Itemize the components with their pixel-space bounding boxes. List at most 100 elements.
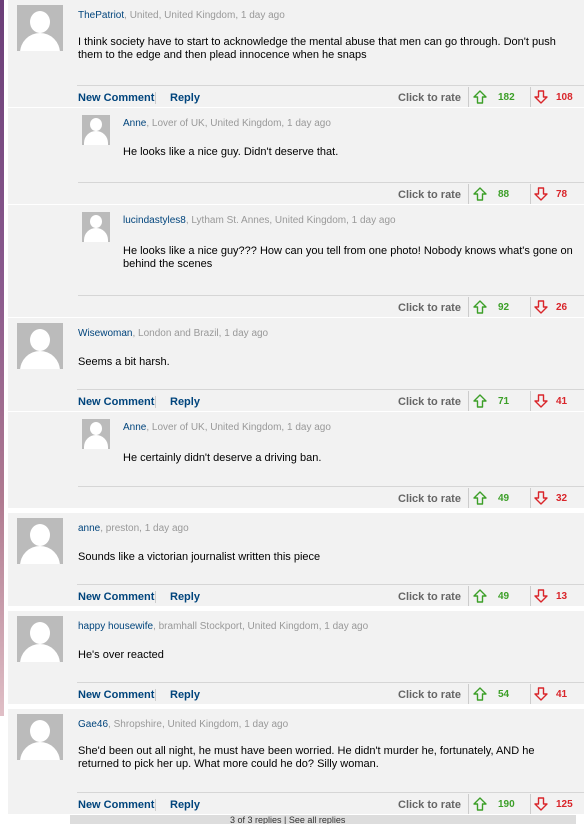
thumbs-up-arrow-icon[interactable]: [473, 491, 487, 505]
comment-text: He looks like a nice guy??? How can you …: [123, 245, 573, 270]
comment-action-bar: New Comment Reply Click to rate 182 108: [77, 85, 584, 107]
comment-meta: Anne, Lover of UK, United Kingdom, 1 day…: [123, 118, 331, 129]
replies-footer[interactable]: 3 of 3 replies | See all replies: [70, 815, 576, 824]
click-to-rate-label: Click to rate: [398, 591, 461, 603]
downvote-count: 41: [556, 689, 568, 700]
reply-link[interactable]: Reply: [170, 799, 200, 811]
username-link[interactable]: Anne: [123, 422, 146, 433]
thumbs-up-arrow-icon[interactable]: [473, 187, 487, 201]
thumbs-up-arrow-icon[interactable]: [473, 300, 487, 314]
avatar-icon: [82, 419, 110, 449]
upvote-count: 182: [498, 92, 515, 103]
divider: [530, 586, 531, 606]
thumbs-up-arrow-icon[interactable]: [473, 90, 487, 104]
username-link[interactable]: anne: [78, 523, 100, 534]
downvote-count: 13: [556, 591, 568, 602]
new-comment-link[interactable]: New Comment: [78, 689, 154, 701]
click-to-rate-label: Click to rate: [398, 493, 461, 505]
divider: [468, 391, 469, 411]
comment-action-bar: Click to rate 88 78: [78, 182, 584, 204]
comment: Wisewoman, London and Brazil, 1 day ago S…: [8, 318, 584, 412]
avatar-icon: [17, 518, 63, 564]
username-link[interactable]: happy housewife: [78, 621, 153, 632]
divider: [530, 794, 531, 814]
divider: [468, 87, 469, 107]
divider: [155, 799, 156, 811]
comment-text: She'd been out all night, he must have b…: [78, 745, 535, 770]
divider: [468, 488, 469, 508]
comment-meta: Gae46, Shropshire, United Kingdom, 1 day…: [78, 719, 288, 730]
username-link[interactable]: Wisewoman: [78, 328, 132, 339]
thumbs-down-arrow-icon[interactable]: [534, 300, 548, 314]
new-comment-link[interactable]: New Comment: [78, 92, 154, 104]
thumbs-up-arrow-icon[interactable]: [473, 589, 487, 603]
divider: [468, 184, 469, 204]
thumbs-down-arrow-icon[interactable]: [534, 797, 548, 811]
click-to-rate-label: Click to rate: [398, 302, 461, 314]
thumbs-up-arrow-icon[interactable]: [473, 394, 487, 408]
downvote-count: 41: [556, 396, 568, 407]
divider: [530, 684, 531, 704]
new-comment-link[interactable]: New Comment: [78, 799, 154, 811]
comment-action-bar: New Comment Reply Click to rate 54 41: [77, 682, 584, 704]
thumbs-down-arrow-icon[interactable]: [534, 687, 548, 701]
downvote-count: 108: [556, 92, 573, 103]
thumbs-down-arrow-icon[interactable]: [534, 589, 548, 603]
upvote-count: 190: [498, 799, 515, 810]
comment-action-bar: New Comment Reply Click to rate 49 13: [77, 584, 584, 606]
comment-meta: Wisewoman, London and Brazil, 1 day ago: [78, 328, 268, 339]
comment-action-bar: New Comment Reply Click to rate 190 125: [77, 792, 584, 814]
avatar-icon: [17, 616, 63, 662]
comment-meta: lucindastyles8, Lytham St. Annes, United…: [123, 215, 396, 226]
thumbs-up-arrow-icon[interactable]: [473, 797, 487, 811]
reply-comment: Anne, Lover of UK, United Kingdom, 1 day…: [8, 412, 584, 509]
comment-text: He certainly didn't deserve a driving ba…: [123, 452, 322, 464]
divider: [530, 87, 531, 107]
reply-comment: lucindastyles8, Lytham St. Annes, United…: [8, 205, 584, 318]
username-link[interactable]: Anne: [123, 118, 146, 129]
comment-meta: Anne, Lover of UK, United Kingdom, 1 day…: [123, 422, 331, 433]
comment: ThePatriot, United, United Kingdom, 1 da…: [8, 0, 584, 108]
divider: [155, 92, 156, 104]
upvote-count: 49: [498, 493, 510, 504]
new-comment-link[interactable]: New Comment: [78, 396, 154, 408]
reply-link[interactable]: Reply: [170, 92, 200, 104]
divider: [468, 684, 469, 704]
click-to-rate-label: Click to rate: [398, 799, 461, 811]
divider: [155, 591, 156, 603]
thumbs-down-arrow-icon[interactable]: [534, 491, 548, 505]
avatar-icon: [17, 323, 63, 369]
username-link[interactable]: lucindastyles8: [123, 215, 186, 226]
location-time: , bramhall Stockport, United Kingdom, 1 …: [153, 621, 369, 632]
thumbs-down-arrow-icon[interactable]: [534, 90, 548, 104]
page-edge-stripe: [0, 0, 4, 716]
username-link[interactable]: ThePatriot: [78, 10, 124, 21]
comment-action-bar: Click to rate 92 26: [78, 295, 584, 317]
divider: [530, 488, 531, 508]
reply-link[interactable]: Reply: [170, 396, 200, 408]
downvote-count: 125: [556, 799, 573, 810]
divider: [530, 297, 531, 317]
location-time: , Shropshire, United Kingdom, 1 day ago: [108, 719, 289, 730]
divider: [530, 391, 531, 411]
thumbs-down-arrow-icon[interactable]: [534, 187, 548, 201]
divider: [530, 184, 531, 204]
comment: Gae46, Shropshire, United Kingdom, 1 day…: [8, 709, 584, 815]
replies-footer-text: 3 of 3 replies | See all replies: [230, 815, 346, 824]
divider: [468, 794, 469, 814]
reply-link[interactable]: Reply: [170, 689, 200, 701]
location-time: , preston, 1 day ago: [100, 523, 189, 534]
avatar-icon: [17, 714, 63, 760]
comment-action-bar: Click to rate 49 32: [78, 486, 584, 508]
new-comment-link[interactable]: New Comment: [78, 591, 154, 603]
upvote-count: 71: [498, 396, 510, 407]
reply-link[interactable]: Reply: [170, 591, 200, 603]
username-link[interactable]: Gae46: [78, 719, 108, 730]
upvote-count: 49: [498, 591, 510, 602]
divider: [155, 689, 156, 701]
thumbs-up-arrow-icon[interactable]: [473, 687, 487, 701]
thumbs-down-arrow-icon[interactable]: [534, 394, 548, 408]
comment: happy housewife, bramhall Stockport, Uni…: [8, 611, 584, 705]
location-time: , Lover of UK, United Kingdom, 1 day ago: [146, 118, 331, 129]
divider: [155, 396, 156, 408]
